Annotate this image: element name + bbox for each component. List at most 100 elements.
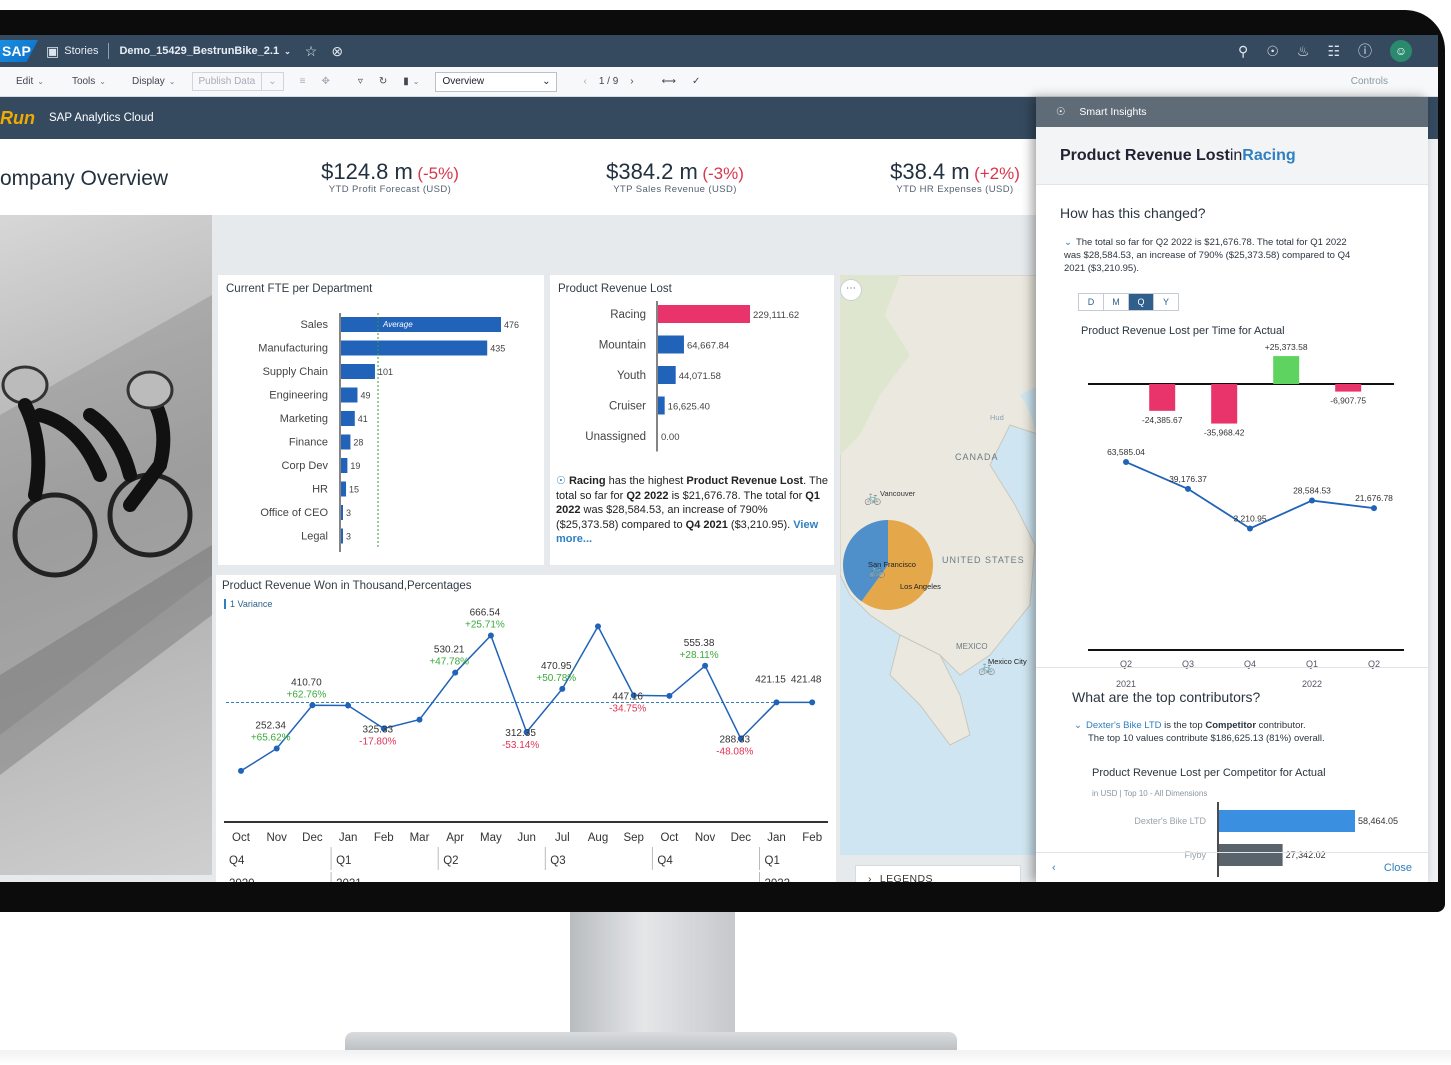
refresh-icon[interactable]: ↻ [379, 76, 387, 87]
granularity-month[interactable]: M [1103, 293, 1129, 311]
insight-year-label: 2021 [1116, 679, 1136, 689]
fte-value-label: 3 [346, 532, 351, 542]
publish-data-label: Publish Data [191, 72, 263, 91]
prw-card[interactable]: Product Revenue Won in Thousand,Percenta… [216, 575, 836, 882]
prw-month-label: Sep [623, 832, 643, 844]
stories-menu[interactable]: ▣ Stories [46, 43, 98, 60]
fullscreen-icon[interactable]: ⟷ [662, 76, 676, 87]
prw-value-label: 325.33 [363, 725, 394, 736]
insight-title-in: in [1229, 146, 1243, 164]
controls-link[interactable]: Controls [1351, 76, 1388, 87]
contributor-summary[interactable]: ⌄ Dexter's Bike LTD is the top Competitor… [1074, 719, 1404, 745]
fte-bar [341, 387, 358, 403]
smart-insights-label: Smart Insights [1079, 106, 1147, 118]
kpi-sales[interactable]: $384.2 m (-3%) YTP Sales Revenue (USD) [585, 159, 765, 195]
prw-month-label: Jan [339, 832, 358, 844]
prw-pct-label: -48.08% [716, 747, 753, 758]
prw-point [595, 623, 601, 630]
tools-menu[interactable]: Tools ⌄ [72, 76, 106, 87]
star-icon[interactable]: ☆ [305, 43, 318, 60]
close-circle-icon[interactable]: ⊗ [331, 43, 343, 60]
insight-point [1247, 525, 1253, 532]
next-page-icon[interactable]: › [630, 76, 633, 87]
shell-actions: ⚲ ☉ ♨ ☷ ⓘ ☺ [1238, 40, 1438, 62]
prl-value-label: 44,071.58 [679, 371, 721, 382]
prw-pct-label: +28.11% [680, 650, 719, 661]
prw-month-label: Jul [555, 832, 570, 844]
kpi-hr-expenses[interactable]: $38.4 m (+2%) YTD HR Expenses (USD) [870, 159, 1040, 195]
insights-footer: ‹ Close [1036, 852, 1428, 882]
story-name-menu[interactable]: Demo_15429_BestrunBike_2.1 ⌄ [119, 45, 290, 57]
prw-line-chart: 252.34+65.62% 410.70+62.76% 325.33-17.80% 5… [224, 607, 828, 882]
dashboard-canvas: Current FTE per Department Sales 476 Manuf… [0, 215, 1040, 882]
bookmark-icon[interactable]: ▮ ⌄ [403, 76, 419, 87]
help-icon[interactable]: ⓘ [1358, 41, 1372, 61]
geo-map[interactable]: CANADA UNITED STATES MEXICO Vancouver Hu… [840, 275, 1040, 855]
insight-bold: Product Revenue Lost [686, 475, 804, 487]
granularity-year[interactable]: Y [1153, 293, 1179, 311]
shell-separator [108, 43, 110, 59]
insight-bold: Q4 2021 [685, 518, 728, 531]
check-circle-icon[interactable]: ✓ [692, 76, 700, 87]
prl-card[interactable]: Product Revenue Lost Racing 229,111.62 Mou… [550, 275, 834, 565]
fte-bar [341, 364, 375, 379]
discussions-icon[interactable]: ☷ [1327, 43, 1340, 60]
chevron-down-icon: ⌄ [99, 77, 106, 86]
map-more-button[interactable]: ⋯ [840, 279, 862, 301]
prw-pct-label: +50.78% [536, 673, 576, 684]
prw-quarter-label: Q1 [336, 855, 351, 867]
prw-quarter-label: Q4 [229, 855, 245, 867]
kpi-label: YTD Profit Forecast (USD) [328, 184, 452, 195]
contributor-link[interactable]: Dexter's Bike LTD [1086, 720, 1162, 731]
page-select[interactable]: Overview ⌄ [435, 71, 558, 92]
move-icon[interactable]: ✥ [321, 76, 329, 87]
collapse-icon: ⌄ [1074, 720, 1082, 731]
user-avatar-icon[interactable]: ☺ [1390, 40, 1412, 62]
fte-value-label: 41 [358, 414, 368, 424]
granularity-day[interactable]: D [1078, 293, 1104, 311]
kpi-strip: ompany Overview $124.8 m (-5%) YTD Profi… [0, 139, 1040, 215]
chart2-title: Product Revenue Lost per Competitor for … [1092, 767, 1326, 779]
fte-category-label: Manufacturing [258, 343, 328, 355]
lightbulb-icon: ☉ [556, 475, 566, 487]
prw-pct-label: +47.78% [429, 657, 469, 668]
fte-card[interactable]: Current FTE per Department Sales 476 Manuf… [218, 275, 544, 565]
search-icon[interactable]: ⚲ [1238, 43, 1248, 60]
fte-bar [341, 340, 488, 356]
publish-data-button[interactable]: Publish Data ⌄ [191, 72, 284, 91]
prw-quarter-label: Q3 [550, 855, 565, 867]
question-change: How has this changed? [1060, 205, 1206, 221]
filter-line-icon[interactable]: ≡ [300, 76, 306, 87]
prw-month-label: May [480, 832, 502, 844]
prl-category-label: Cruiser [609, 401, 646, 413]
waterfall-bar [1211, 384, 1238, 424]
prw-point [452, 669, 459, 676]
change-summary[interactable]: ⌄ The total so far for Q2 2022 is $21,676… [1064, 236, 1364, 275]
contributor-text: is the top [1161, 720, 1206, 731]
fte-category-label: Sales [300, 319, 328, 331]
filter-icon[interactable]: ▿ [358, 76, 363, 87]
insight-bold: Racing [568, 475, 606, 487]
granularity-quarter[interactable]: Q [1128, 293, 1154, 311]
prw-month-label: Nov [266, 832, 287, 844]
contributor-text: The top 10 values contribute $186,625.13… [1088, 733, 1325, 744]
legends-button[interactable]: › LEGENDS [855, 865, 1021, 882]
prw-point [238, 767, 244, 774]
edit-menu[interactable]: Edit ⌄ [16, 76, 44, 87]
prw-point [773, 699, 780, 706]
display-menu[interactable]: Display ⌄ [132, 76, 176, 87]
chevron-down-icon: ⌄ [284, 46, 291, 56]
fte-average-label: Average [382, 320, 413, 329]
close-button[interactable]: Close [1384, 862, 1412, 874]
run-logo: Run [0, 107, 35, 128]
insight-point [1123, 459, 1129, 466]
kpi-profit[interactable]: $124.8 m (-5%) YTD Profit Forecast (USD) [300, 159, 480, 195]
bell-icon[interactable]: ♨ [1297, 43, 1310, 60]
prev-page-icon[interactable]: ‹ [583, 76, 586, 87]
insight-point-label: 39,176.37 [1169, 474, 1207, 484]
waterfall-label: -24,385.67 [1142, 415, 1183, 425]
sap-logo[interactable]: SAP [0, 40, 38, 62]
lightbulb-icon[interactable]: ☉ [1266, 43, 1279, 60]
back-icon[interactable]: ‹ [1052, 862, 1056, 874]
prw-quarter-label: Q1 [765, 855, 780, 867]
